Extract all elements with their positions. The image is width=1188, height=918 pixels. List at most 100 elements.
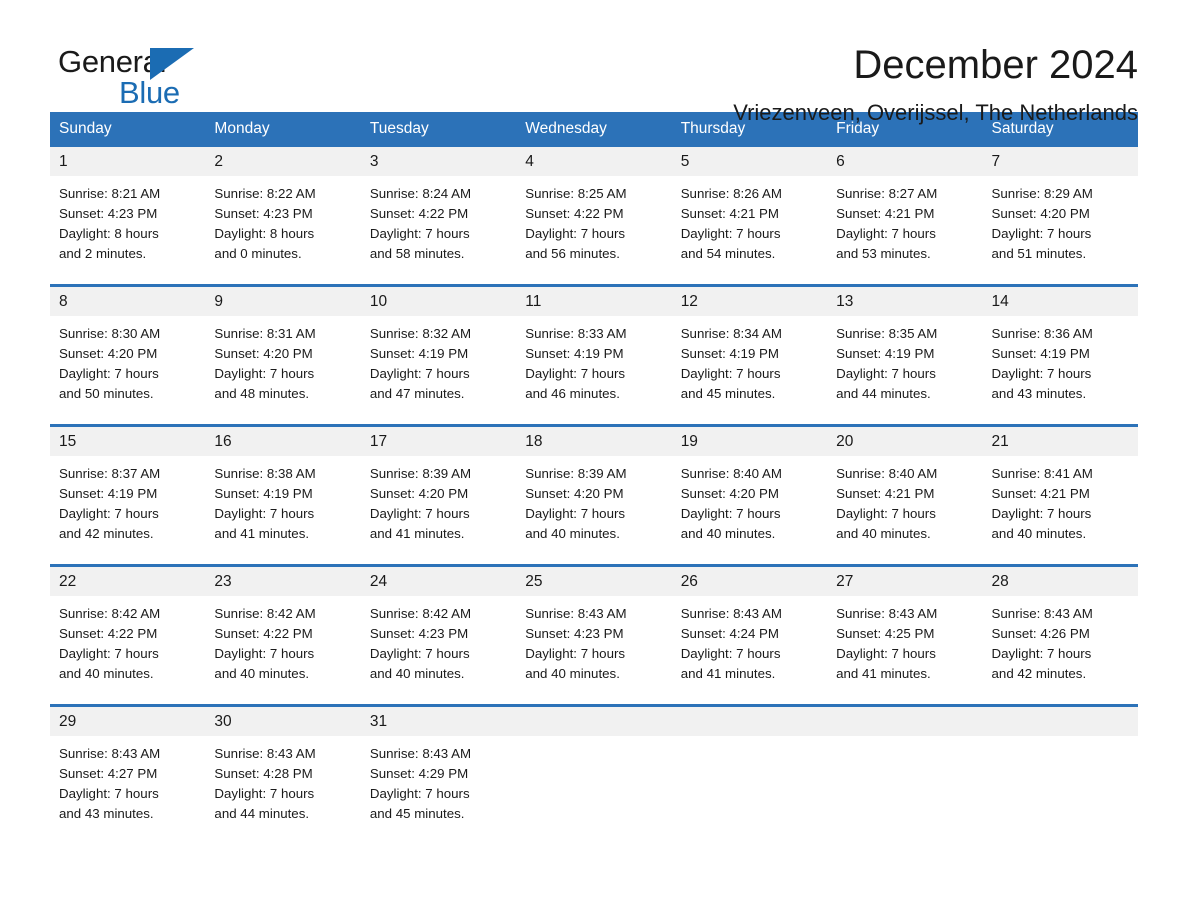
calendar-day-cell[interactable]: 1 Sunrise: 8:21 AM Sunset: 4:23 PM Daylight…: [50, 147, 206, 278]
day-number: 17: [360, 427, 517, 456]
calendar-day-cell[interactable]: 21 Sunrise: 8:41 AM Sunset: 4:21 PM Dayligh…: [982, 424, 1138, 558]
daylight-text-line1: Daylight: 7 hours: [59, 506, 159, 521]
calendar-day-cell[interactable]: 24 Sunrise: 8:42 AM Sunset: 4:23 PM Dayligh…: [360, 564, 517, 698]
sunrise-text: Sunrise: 8:34 AM: [680, 326, 782, 341]
sunrise-text: Sunrise: 8:39 AM: [525, 466, 627, 481]
calendar-day-cell[interactable]: 19 Sunrise: 8:40 AM Sunset: 4:20 PM Dayligh…: [671, 424, 828, 558]
calendar-day-cell[interactable]: 28 Sunrise: 8:43 AM Sunset: 4:26 PM Dayligh…: [982, 564, 1138, 698]
calendar-day-cell-empty: [516, 704, 672, 838]
calendar-day-cell-empty: [982, 704, 1138, 838]
calendar-day-cell[interactable]: 16 Sunrise: 8:38 AM Sunset: 4:19 PM Dayligh…: [205, 424, 361, 558]
daylight-text-line2: and 43 minutes.: [59, 806, 154, 821]
sunset-text: Sunset: 4:26 PM: [991, 626, 1090, 641]
daylight-text-line1: Daylight: 7 hours: [214, 646, 315, 661]
calendar-day-cell[interactable]: 26 Sunrise: 8:43 AM Sunset: 4:24 PM Dayligh…: [671, 564, 828, 698]
daylight-text-line1: Daylight: 7 hours: [680, 226, 781, 241]
calendar-day-cell[interactable]: 3 Sunrise: 8:24 AM Sunset: 4:22 PM Daylight…: [360, 147, 517, 278]
daylight-text-line2: and 56 minutes.: [525, 246, 620, 261]
calendar-day-cell[interactable]: 5 Sunrise: 8:26 AM Sunset: 4:21 PM Daylight…: [671, 147, 828, 278]
daylight-text-line2: and 44 minutes.: [214, 806, 310, 821]
sunset-text: Sunset: 4:19 PM: [836, 346, 935, 361]
sunset-text: Sunset: 4:24 PM: [680, 626, 779, 641]
calendar-day-cell[interactable]: 6 Sunrise: 8:27 AM Sunset: 4:21 PM Daylight…: [827, 147, 983, 278]
daylight-text-line1: Daylight: 7 hours: [369, 226, 470, 241]
calendar-day-cell[interactable]: 14 Sunrise: 8:36 AM Sunset: 4:19 PM Dayligh…: [982, 284, 1138, 418]
daylight-text-line2: and 58 minutes.: [369, 246, 465, 261]
calendar-day-cell[interactable]: 23 Sunrise: 8:42 AM Sunset: 4:22 PM Dayligh…: [205, 564, 361, 698]
daylight-text-line2: and 45 minutes.: [369, 806, 465, 821]
daylight-text-line2: and 42 minutes.: [59, 526, 154, 541]
calendar-day-cell[interactable]: 7 Sunrise: 8:29 AM Sunset: 4:20 PM Daylight…: [982, 147, 1138, 278]
sunrise-text: Sunrise: 8:43 AM: [836, 606, 938, 621]
calendar-day-cell[interactable]: 12 Sunrise: 8:34 AM Sunset: 4:19 PM Dayligh…: [671, 284, 828, 418]
day-details: Sunrise: 8:39 AM Sunset: 4:20 PM Daylight:…: [516, 456, 671, 544]
daylight-text-line2: and 41 minutes.: [214, 526, 310, 541]
calendar-day-cell[interactable]: 27 Sunrise: 8:43 AM Sunset: 4:25 PM Dayligh…: [827, 564, 983, 698]
daylight-text-line1: Daylight: 7 hours: [214, 786, 315, 801]
calendar-week-row: 8 Sunrise: 8:30 AM Sunset: 4:20 PM Daylight…: [50, 284, 1138, 418]
day-number: 10: [360, 287, 517, 316]
calendar-day-cell[interactable]: 4 Sunrise: 8:25 AM Sunset: 4:22 PM Daylight…: [516, 147, 672, 278]
generalblue-logo[interactable]: General Blue: [50, 44, 210, 116]
sunrise-text: Sunrise: 8:43 AM: [214, 746, 316, 761]
calendar-day-cell[interactable]: 17 Sunrise: 8:39 AM Sunset: 4:20 PM Dayligh…: [360, 424, 517, 558]
calendar-day-cell[interactable]: 30 Sunrise: 8:43 AM Sunset: 4:28 PM Dayligh…: [205, 704, 361, 838]
daylight-text-line2: and 41 minutes.: [680, 666, 776, 681]
week-spacer: [50, 278, 1138, 286]
day-details: Sunrise: 8:41 AM Sunset: 4:21 PM Daylight:…: [983, 456, 1138, 544]
daylight-text-line1: Daylight: 7 hours: [991, 226, 1092, 241]
calendar-day-cell[interactable]: 15 Sunrise: 8:37 AM Sunset: 4:19 PM Dayligh…: [50, 424, 206, 558]
calendar-day-cell[interactable]: 31 Sunrise: 8:43 AM Sunset: 4:29 PM Dayligh…: [360, 704, 517, 838]
daylight-text-line1: Daylight: 7 hours: [680, 506, 781, 521]
daylight-text-line2: and 46 minutes.: [525, 386, 620, 401]
sunset-text: Sunset: 4:29 PM: [369, 766, 469, 781]
sunset-text: Sunset: 4:23 PM: [369, 626, 469, 641]
calendar-page: General Blue December 2024 Vriezenveen, …: [0, 0, 1188, 918]
day-details: Sunrise: 8:25 AM Sunset: 4:22 PM Daylight:…: [516, 176, 671, 264]
calendar-day-cell[interactable]: 2 Sunrise: 8:22 AM Sunset: 4:23 PM Daylight…: [205, 147, 361, 278]
sunset-text: Sunset: 4:22 PM: [525, 206, 624, 221]
sunrise-text: Sunrise: 8:21 AM: [59, 186, 161, 201]
calendar-day-cell[interactable]: 10 Sunrise: 8:32 AM Sunset: 4:19 PM Dayligh…: [360, 284, 517, 418]
daylight-text-line1: Daylight: 7 hours: [836, 226, 936, 241]
day-details: Sunrise: 8:36 AM Sunset: 4:19 PM Daylight:…: [983, 316, 1138, 404]
day-number: 9: [205, 287, 361, 316]
day-number: 16: [205, 427, 361, 456]
sunrise-text: Sunrise: 8:38 AM: [214, 466, 316, 481]
day-number: 7: [982, 147, 1138, 176]
sunset-text: Sunset: 4:21 PM: [836, 486, 935, 501]
sunset-text: Sunset: 4:23 PM: [214, 206, 313, 221]
day-details: Sunrise: 8:38 AM Sunset: 4:19 PM Daylight:…: [205, 456, 360, 544]
daylight-text-line1: Daylight: 7 hours: [214, 366, 315, 381]
day-number: 24: [360, 567, 517, 596]
sunset-text: Sunset: 4:22 PM: [369, 206, 469, 221]
daylight-text-line2: and 53 minutes.: [836, 246, 931, 261]
calendar-day-cell[interactable]: 8 Sunrise: 8:30 AM Sunset: 4:20 PM Daylight…: [50, 284, 206, 418]
calendar-day-cell[interactable]: 9 Sunrise: 8:31 AM Sunset: 4:20 PM Daylight…: [205, 284, 361, 418]
day-number: 25: [516, 567, 672, 596]
day-number: 26: [671, 567, 828, 596]
weekday-header-sunday: Sunday: [50, 112, 206, 147]
day-details: Sunrise: 8:43 AM Sunset: 4:24 PM Daylight:…: [672, 596, 827, 684]
calendar-day-cell[interactable]: 13 Sunrise: 8:35 AM Sunset: 4:19 PM Dayligh…: [827, 284, 983, 418]
calendar-day-cell[interactable]: 20 Sunrise: 8:40 AM Sunset: 4:21 PM Dayligh…: [827, 424, 983, 558]
calendar-day-cell[interactable]: 29 Sunrise: 8:43 AM Sunset: 4:27 PM Dayligh…: [50, 704, 206, 838]
day-number: 20: [827, 427, 983, 456]
day-details: Sunrise: 8:43 AM Sunset: 4:26 PM Daylight:…: [983, 596, 1138, 684]
sunset-text: Sunset: 4:20 PM: [680, 486, 779, 501]
calendar-day-cell[interactable]: 18 Sunrise: 8:39 AM Sunset: 4:20 PM Dayligh…: [516, 424, 672, 558]
calendar-day-cell[interactable]: 25 Sunrise: 8:43 AM Sunset: 4:23 PM Dayligh…: [516, 564, 672, 698]
sunrise-text: Sunrise: 8:43 AM: [369, 746, 472, 761]
day-number: [671, 707, 828, 736]
calendar-day-cell[interactable]: 11 Sunrise: 8:33 AM Sunset: 4:19 PM Dayligh…: [516, 284, 672, 418]
daylight-text-line1: Daylight: 7 hours: [369, 506, 470, 521]
sunset-text: Sunset: 4:23 PM: [525, 626, 624, 641]
daylight-text-line1: Daylight: 7 hours: [836, 366, 936, 381]
page-header: General Blue December 2024 Vriezenveen, …: [50, 0, 1138, 125]
calendar-day-cell[interactable]: 22 Sunrise: 8:42 AM Sunset: 4:22 PM Dayligh…: [50, 564, 206, 698]
daylight-text-line2: and 40 minutes.: [369, 666, 465, 681]
daylight-text-line2: and 54 minutes.: [680, 246, 776, 261]
sunrise-text: Sunrise: 8:22 AM: [214, 186, 316, 201]
day-number: 12: [671, 287, 828, 316]
sunrise-text: Sunrise: 8:26 AM: [680, 186, 782, 201]
